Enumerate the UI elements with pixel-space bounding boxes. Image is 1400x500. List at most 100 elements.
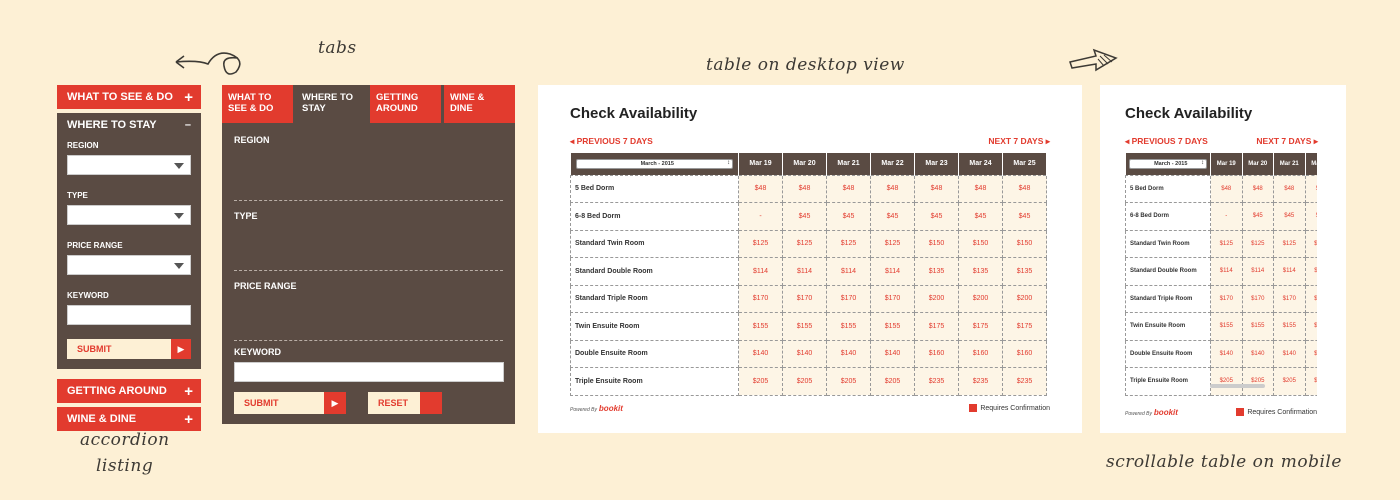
price-cell[interactable]: $45 bbox=[1273, 202, 1306, 231]
price-cell[interactable]: $140 bbox=[870, 339, 915, 368]
price-cell[interactable]: $45 bbox=[914, 202, 959, 231]
price-cell[interactable]: $48 bbox=[1210, 174, 1243, 203]
price-cell[interactable]: $45 bbox=[826, 202, 871, 231]
price-cell[interactable]: $175 bbox=[914, 312, 959, 341]
price-cell[interactable]: $48 bbox=[1273, 174, 1306, 203]
price-cell[interactable]: $200 bbox=[958, 284, 1003, 313]
price-cell[interactable]: $140 bbox=[738, 339, 783, 368]
price-cell[interactable]: $170 bbox=[1241, 284, 1274, 313]
price-range-select[interactable] bbox=[67, 255, 191, 275]
mobile-next-7-days-link[interactable]: NEXT 7 DAYS ▸ bbox=[1256, 136, 1318, 147]
tab-reset-button[interactable]: RESET bbox=[368, 392, 442, 414]
price-cell[interactable]: $235 bbox=[1002, 367, 1047, 396]
tab-getting-around[interactable]: GETTING AROUND bbox=[370, 85, 441, 123]
price-cell[interactable]: $155 bbox=[1241, 312, 1274, 341]
price-cell[interactable]: - bbox=[1210, 202, 1243, 231]
tab-wine-dine[interactable]: WINE & DINE bbox=[444, 85, 515, 123]
type-select[interactable] bbox=[67, 205, 191, 225]
mobile-previous-7-days-link[interactable]: ◂ PREVIOUS 7 DAYS bbox=[1125, 136, 1208, 147]
price-cell[interactable]: $235 bbox=[914, 367, 959, 396]
price-cell[interactable]: $155 bbox=[1210, 312, 1243, 341]
region-select[interactable] bbox=[67, 155, 191, 175]
accordion-what-to-see[interactable]: WHAT TO SEE & DO + bbox=[57, 85, 201, 109]
price-cell[interactable]: $125 bbox=[870, 229, 915, 258]
price-cell[interactable]: $170 bbox=[826, 284, 871, 313]
price-cell[interactable]: $48 bbox=[958, 174, 1003, 203]
price-cell[interactable]: $155 bbox=[782, 312, 827, 341]
price-cell[interactable]: $114 bbox=[1304, 257, 1317, 286]
price-cell[interactable]: $160 bbox=[914, 339, 959, 368]
price-cell[interactable]: $205 bbox=[826, 367, 871, 396]
price-cell[interactable]: $205 bbox=[1273, 367, 1306, 396]
price-cell[interactable]: $235 bbox=[958, 367, 1003, 396]
month-select[interactable]: March - 2015 bbox=[575, 158, 733, 169]
price-cell[interactable]: $45 bbox=[1304, 202, 1317, 231]
price-cell[interactable]: $205 bbox=[782, 367, 827, 396]
price-cell[interactable]: $114 bbox=[870, 257, 915, 286]
price-cell[interactable]: $48 bbox=[782, 174, 827, 203]
price-cell[interactable]: $48 bbox=[738, 174, 783, 203]
price-cell[interactable]: $175 bbox=[958, 312, 1003, 341]
price-cell[interactable]: $140 bbox=[1304, 339, 1317, 368]
price-cell[interactable]: $160 bbox=[958, 339, 1003, 368]
accordion-where-to-stay[interactable]: WHERE TO STAY – bbox=[67, 119, 191, 131]
keyword-input[interactable] bbox=[234, 362, 504, 382]
price-cell[interactable]: $205 bbox=[870, 367, 915, 396]
price-cell[interactable]: $140 bbox=[1273, 339, 1306, 368]
price-cell[interactable]: $135 bbox=[1002, 257, 1047, 286]
price-cell[interactable]: $125 bbox=[782, 229, 827, 258]
price-cell[interactable]: $155 bbox=[738, 312, 783, 341]
price-cell[interactable]: $205 bbox=[1241, 367, 1274, 396]
price-cell[interactable]: $140 bbox=[1210, 339, 1243, 368]
price-cell[interactable]: $205 bbox=[1210, 367, 1243, 396]
keyword-input[interactable] bbox=[67, 305, 191, 325]
region-section[interactable]: REGION bbox=[234, 131, 503, 201]
accordion-wine-dine[interactable]: WINE & DINE + bbox=[57, 407, 201, 431]
price-cell[interactable]: $125 bbox=[1241, 229, 1274, 258]
price-cell[interactable]: $205 bbox=[738, 367, 783, 396]
mobile-table-scroll[interactable]: March - 2015 Mar 19Mar 20Mar 21Mar 22 5 … bbox=[1125, 147, 1317, 396]
price-cell[interactable]: $155 bbox=[1273, 312, 1306, 341]
price-cell[interactable]: $140 bbox=[1241, 339, 1274, 368]
price-cell[interactable]: $140 bbox=[826, 339, 871, 368]
price-cell[interactable]: $114 bbox=[782, 257, 827, 286]
price-cell[interactable]: $125 bbox=[738, 229, 783, 258]
tab-what-to-see[interactable]: WHAT TO SEE & DO bbox=[222, 85, 293, 123]
price-cell[interactable]: $155 bbox=[826, 312, 871, 341]
accordion-getting-around[interactable]: GETTING AROUND + bbox=[57, 379, 201, 403]
price-cell[interactable]: $170 bbox=[1210, 284, 1243, 313]
price-cell[interactable]: $170 bbox=[738, 284, 783, 313]
price-cell[interactable]: $45 bbox=[1002, 202, 1047, 231]
price-cell[interactable]: $48 bbox=[1002, 174, 1047, 203]
price-cell[interactable]: $170 bbox=[870, 284, 915, 313]
price-cell[interactable]: $48 bbox=[914, 174, 959, 203]
price-cell[interactable]: $48 bbox=[1304, 174, 1317, 203]
price-cell[interactable]: $170 bbox=[1304, 284, 1317, 313]
price-cell[interactable]: $114 bbox=[1210, 257, 1243, 286]
price-cell[interactable]: $140 bbox=[782, 339, 827, 368]
price-cell[interactable]: $125 bbox=[1273, 229, 1306, 258]
price-cell[interactable]: $160 bbox=[1002, 339, 1047, 368]
price-cell[interactable]: $150 bbox=[958, 229, 1003, 258]
price-cell[interactable]: $125 bbox=[1304, 229, 1317, 258]
price-cell[interactable]: $48 bbox=[1241, 174, 1274, 203]
price-cell[interactable]: $125 bbox=[1210, 229, 1243, 258]
price-cell[interactable]: $200 bbox=[1002, 284, 1047, 313]
price-cell[interactable]: $205 bbox=[1304, 367, 1317, 396]
price-cell[interactable]: - bbox=[738, 202, 783, 231]
price-cell[interactable]: $45 bbox=[1241, 202, 1274, 231]
price-cell[interactable]: $125 bbox=[826, 229, 871, 258]
price-cell[interactable]: $170 bbox=[1273, 284, 1306, 313]
price-cell[interactable]: $114 bbox=[1273, 257, 1306, 286]
price-cell[interactable]: $155 bbox=[870, 312, 915, 341]
price-cell[interactable]: $135 bbox=[958, 257, 1003, 286]
next-7-days-link[interactable]: NEXT 7 DAYS ▸ bbox=[988, 136, 1050, 147]
price-cell[interactable]: $200 bbox=[914, 284, 959, 313]
price-cell[interactable]: $114 bbox=[1241, 257, 1274, 286]
price-cell[interactable]: $48 bbox=[826, 174, 871, 203]
type-section[interactable]: TYPE bbox=[234, 201, 503, 271]
accordion-submit-button[interactable]: SUBMIT ▶ bbox=[67, 339, 191, 359]
price-cell[interactable]: $45 bbox=[958, 202, 1003, 231]
price-cell[interactable]: $155 bbox=[1304, 312, 1317, 341]
mobile-month-select[interactable]: March - 2015 bbox=[1128, 158, 1207, 169]
